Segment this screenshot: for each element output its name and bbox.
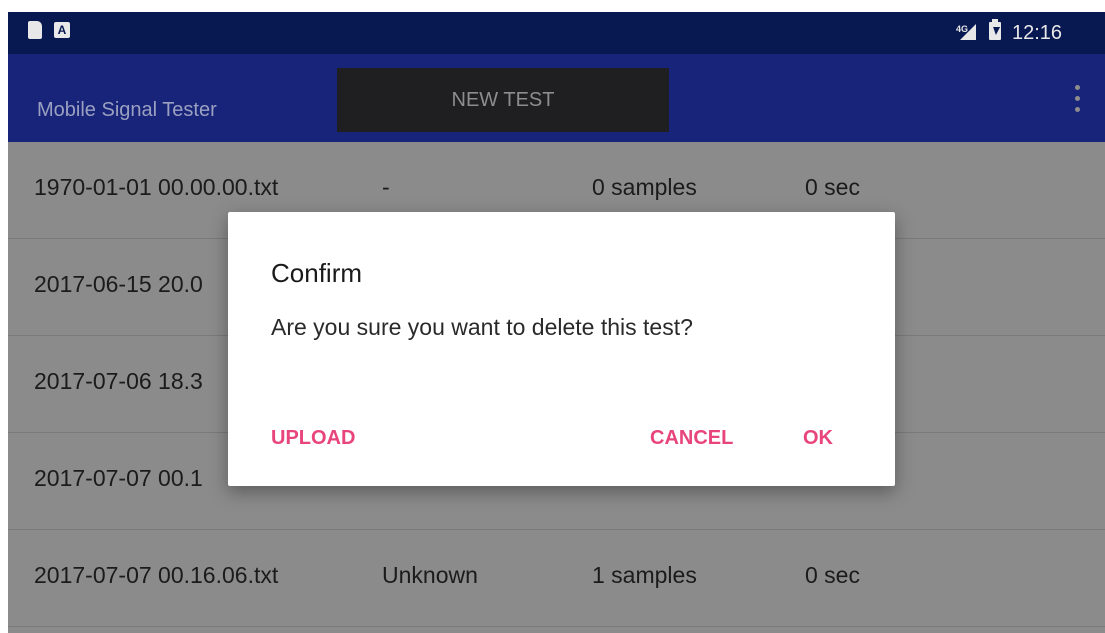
overflow-menu-icon[interactable] [1068,83,1086,119]
new-test-button[interactable]: NEW TEST [337,68,669,132]
sd-card-icon [28,21,42,39]
upload-button[interactable]: UPLOAD [271,428,355,448]
app-title: Mobile Signal Tester [37,99,217,121]
a-notification-icon: A [54,22,70,38]
dialog-title: Confirm [271,258,363,288]
test-type: - [382,174,390,200]
status-clock: 12:16 [1012,22,1063,44]
cell-signal-icon [960,24,976,40]
test-samples: 1 samples [592,562,697,588]
test-filename: 2017-07-06 18.3 [34,368,203,394]
test-duration: 0 sec [805,562,860,588]
confirm-dialog: Confirm Are you sure you want to delete … [228,212,895,486]
dialog-message: Are you sure you want to delete this tes… [271,314,693,340]
cancel-button[interactable]: CANCEL [650,428,733,448]
battery-charging-icon [989,19,1001,40]
test-duration: 0 sec [805,174,860,200]
list-item[interactable]: 2017-07-07 00.16.06.txt Unknown 1 sample… [8,530,1105,627]
test-filename: 2017-07-07 00.16.06.txt [34,562,279,588]
test-filename: 2017-06-15 20.0 [34,271,203,297]
test-type: Unknown [382,562,478,588]
test-filename: 2017-07-07 00.1 [34,465,203,491]
test-filename: 1970-01-01 00.00.00.txt [34,174,279,200]
test-samples: 0 samples [592,174,697,200]
status-bar: A 4G 12:16 [8,12,1105,54]
ok-button[interactable]: OK [803,428,833,448]
